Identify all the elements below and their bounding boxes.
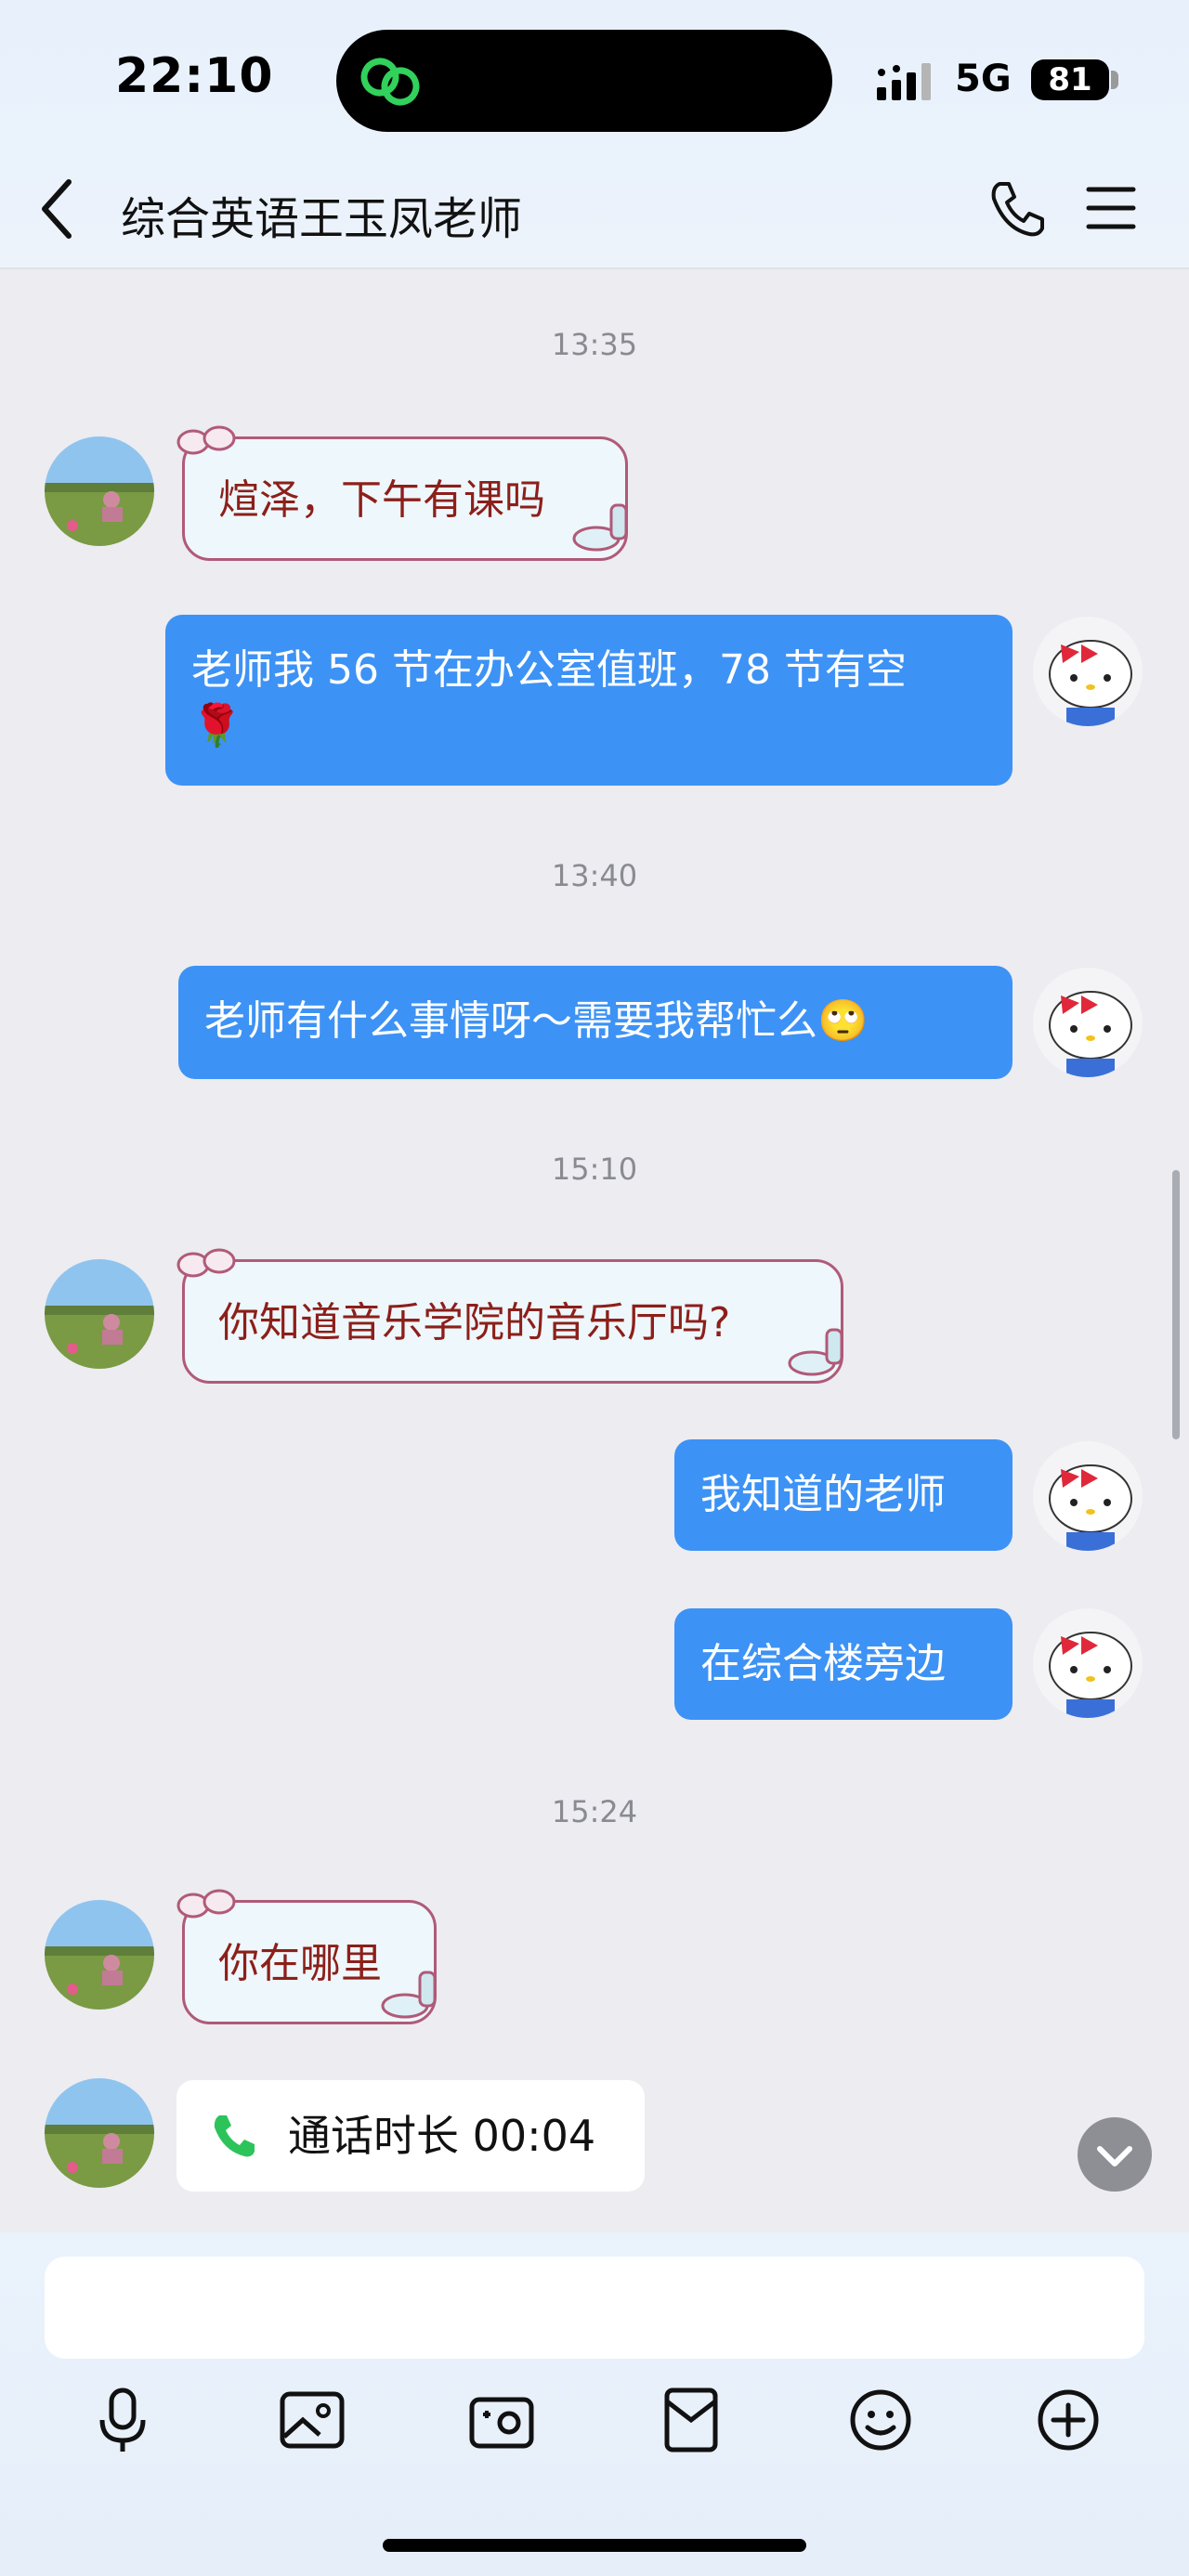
call-record-bubble[interactable]: 通话时长 00:04 xyxy=(176,2080,645,2192)
outgoing-message[interactable]: 在综合楼旁边 xyxy=(674,1608,1013,1720)
outgoing-message[interactable]: 老师我 56 节在办公室值班，78 节有空 🌹 xyxy=(165,615,1013,786)
image-icon[interactable] xyxy=(275,2383,349,2457)
scroll-to-bottom-button[interactable] xyxy=(1078,2117,1152,2192)
outgoing-message[interactable]: 老师有什么事情呀～需要我帮忙么🙄 xyxy=(178,966,1013,1079)
camera-icon[interactable] xyxy=(464,2383,539,2457)
home-indicator xyxy=(383,2539,806,2552)
my-avatar[interactable] xyxy=(1033,1608,1143,1718)
basin-decoration-icon xyxy=(381,1971,437,2019)
scrollbar[interactable] xyxy=(1172,1170,1180,1439)
eye-roll-emoji: 🙄 xyxy=(817,997,869,1045)
timestamp: 15:24 xyxy=(551,1794,638,1829)
call-duration-text: 通话时长 00:04 xyxy=(288,2111,596,2161)
mic-icon[interactable] xyxy=(85,2383,160,2457)
timestamp: 13:35 xyxy=(551,327,638,362)
goggles-decoration-icon xyxy=(176,1248,236,1278)
teacher-avatar[interactable] xyxy=(45,1900,154,2010)
chevron-down-icon xyxy=(1097,2146,1132,2166)
menu-icon[interactable] xyxy=(1085,184,1137,232)
incoming-message[interactable]: 你知道音乐学院的音乐厅吗? xyxy=(182,1259,843,1384)
red-packet-icon[interactable] xyxy=(654,2383,728,2457)
goggles-decoration-icon xyxy=(176,425,236,455)
chat-title[interactable]: 综合英语王玉凤老师 xyxy=(121,182,522,247)
teacher-avatar[interactable] xyxy=(45,1259,154,1369)
network-type: 5G xyxy=(955,58,1012,100)
dynamic-island xyxy=(336,30,832,132)
my-avatar[interactable] xyxy=(1033,1441,1143,1551)
emoji-icon[interactable] xyxy=(843,2383,918,2457)
qq-island-icon xyxy=(360,58,420,106)
message-text: 老师有什么事情呀～需要我帮忙么 xyxy=(204,997,817,1045)
incoming-message[interactable]: 煊泽，下午有课吗 xyxy=(182,436,628,561)
my-avatar[interactable] xyxy=(1033,617,1143,726)
outgoing-message[interactable]: 我知道的老师 xyxy=(674,1439,1013,1551)
basin-decoration-icon xyxy=(788,1328,843,1376)
back-chevron-icon[interactable] xyxy=(37,176,74,241)
timestamp: 15:10 xyxy=(551,1151,638,1187)
phone-icon[interactable] xyxy=(986,178,1048,240)
basin-decoration-icon xyxy=(572,503,628,552)
call-phone-icon xyxy=(214,2115,255,2157)
signal-icon xyxy=(877,63,931,100)
rose-emoji: 🌹 xyxy=(191,702,242,749)
status-time: 22:10 xyxy=(115,48,274,104)
battery-indicator: 81 xyxy=(1031,59,1109,100)
teacher-avatar[interactable] xyxy=(45,436,154,546)
teacher-avatar[interactable] xyxy=(45,2078,154,2188)
battery-tip xyxy=(1111,71,1118,89)
message-input[interactable] xyxy=(45,2257,1144,2359)
message-text: 老师我 56 节在办公室值班，78 节有空 xyxy=(191,646,907,694)
my-avatar[interactable] xyxy=(1033,968,1143,1077)
goggles-decoration-icon xyxy=(176,1889,236,1919)
plus-icon[interactable] xyxy=(1031,2383,1105,2457)
timestamp: 13:40 xyxy=(551,858,638,893)
